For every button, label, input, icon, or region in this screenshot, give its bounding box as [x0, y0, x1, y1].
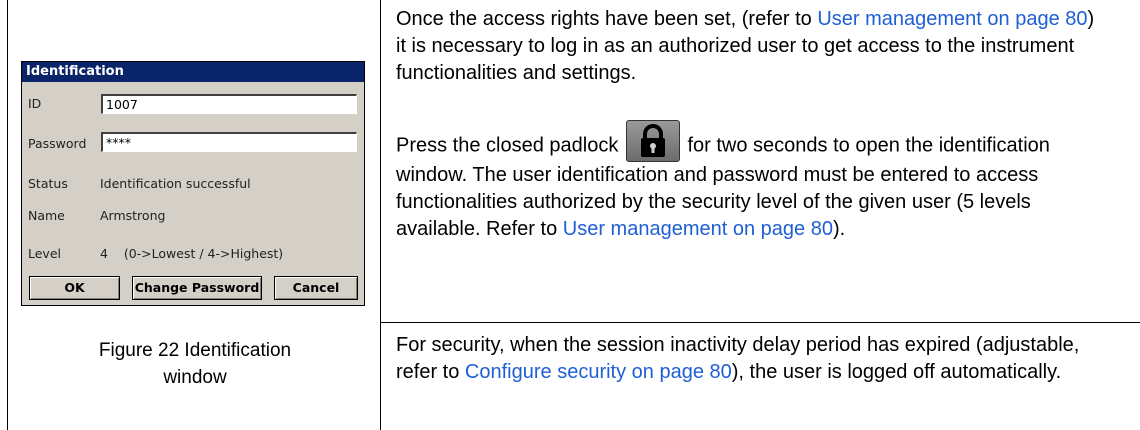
p2-text-1: Press the closed padlock	[396, 134, 624, 157]
password-input: ****	[101, 132, 357, 152]
p2-text-3: ).	[832, 218, 846, 240]
p3-text-2: ), the user is logged off automatically.	[731, 361, 1062, 383]
id-label: ID	[28, 96, 42, 111]
status-label: Status	[28, 176, 68, 191]
link-user-management[interactable]: User management on page 80	[817, 8, 1087, 30]
identification-dialog-figure: Identification ID 1007 Password **** Sta…	[21, 61, 365, 306]
table-border-left	[7, 0, 8, 430]
name-value: Armstrong	[100, 208, 166, 223]
link-user-management-2[interactable]: User management on page 80	[563, 218, 833, 240]
figure-caption: Figure 22 Identification window	[20, 337, 370, 391]
level-value: 4 (0->Lowest / 4->Highest)	[100, 246, 284, 261]
p1-text-1: Once the access rights have been set, (r…	[396, 8, 818, 30]
paragraph-login: Once the access rights have been set, (r…	[396, 6, 1096, 87]
paragraph-padlock: Press the closed padlock for two seconds…	[396, 120, 1096, 243]
table-divider-horizontal	[380, 322, 1140, 323]
name-label: Name	[28, 208, 65, 223]
padlock-icon	[625, 120, 680, 162]
id-input: 1007	[101, 94, 357, 114]
dialog-title: Identification	[22, 62, 364, 82]
paragraph-security: For security, when the session inactivit…	[396, 332, 1096, 386]
ok-button: OK	[29, 276, 120, 300]
password-label: Password	[28, 136, 87, 151]
status-value: Identification successful	[100, 176, 251, 191]
cancel-button: Cancel	[274, 276, 358, 300]
change-password-button: Change Password	[132, 276, 262, 300]
caption-line-1: Figure 22 Identification	[98, 340, 292, 361]
link-configure-security[interactable]: Configure security on page 80	[465, 361, 732, 383]
table-divider-vertical	[380, 0, 381, 430]
caption-line-2: window	[163, 367, 227, 388]
level-label: Level	[28, 246, 61, 261]
